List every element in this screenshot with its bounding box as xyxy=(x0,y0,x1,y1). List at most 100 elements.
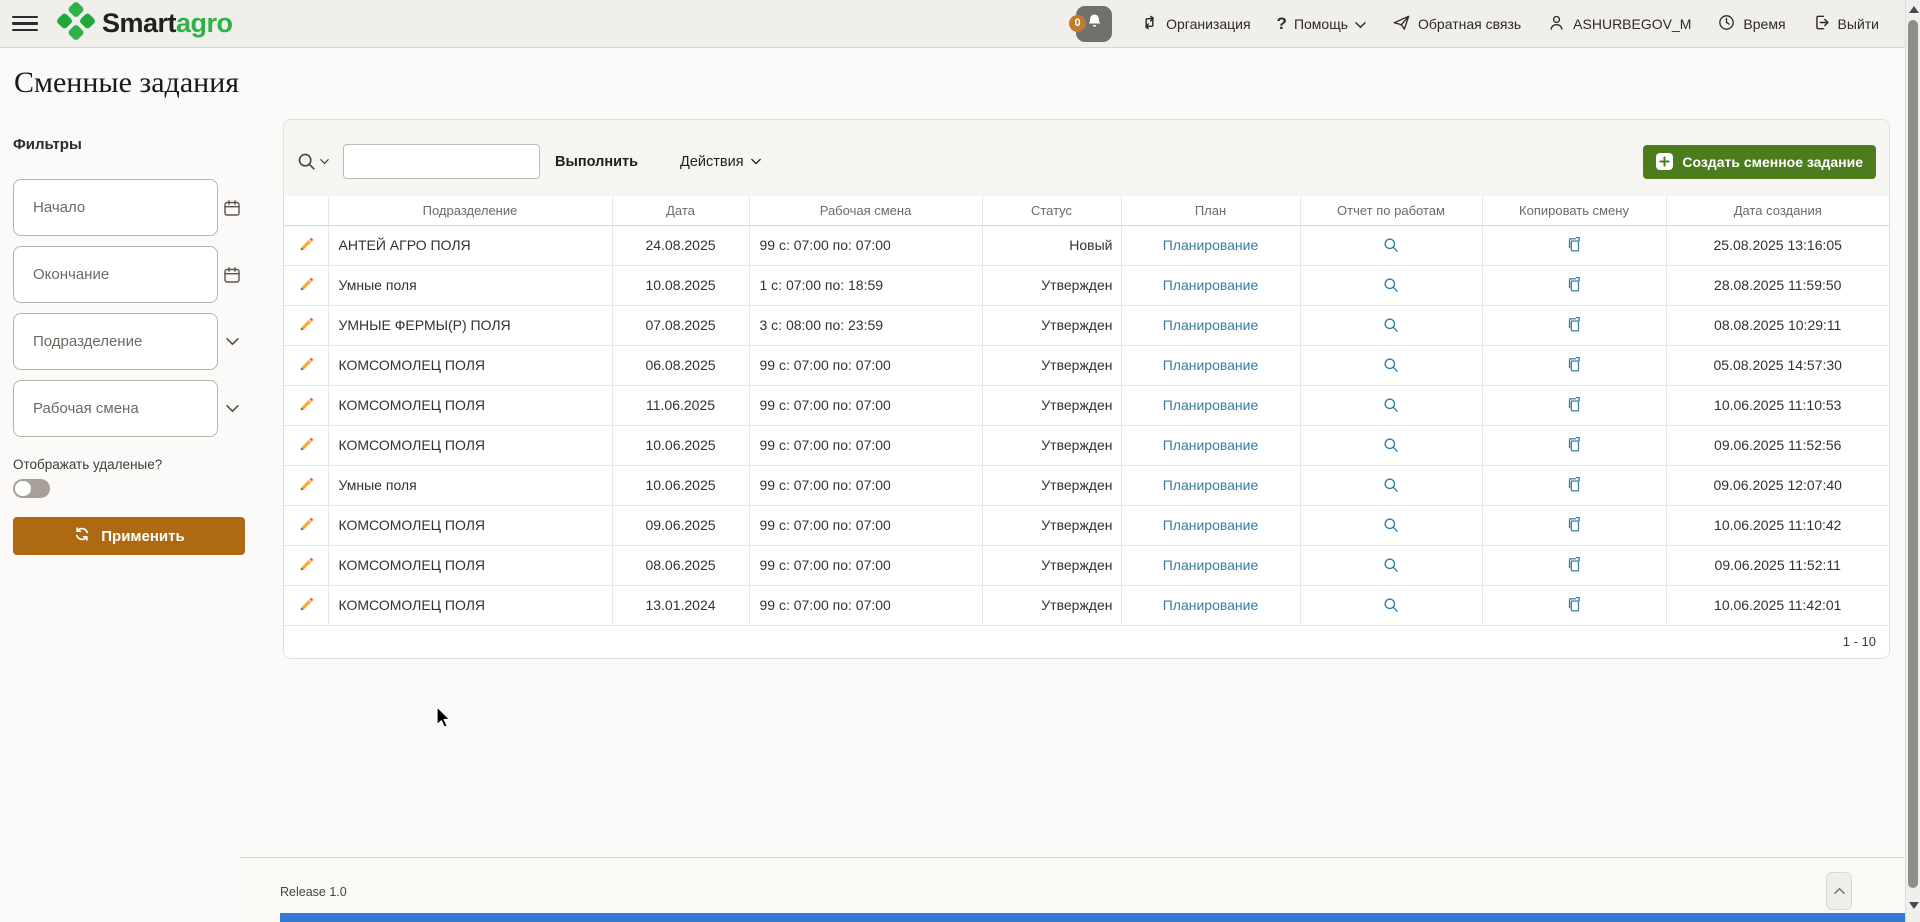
hamburger-menu-button[interactable] xyxy=(12,11,38,37)
edit-row-button[interactable] xyxy=(293,512,319,538)
edit-row-button[interactable] xyxy=(293,432,319,458)
department-field: Подразделение xyxy=(13,313,245,370)
edit-row-button[interactable] xyxy=(293,472,319,498)
edit-row-button[interactable] xyxy=(293,552,319,578)
copy-shift-button[interactable] xyxy=(1561,352,1587,378)
shift-select-chevron-button[interactable] xyxy=(221,398,243,420)
pencil-icon xyxy=(297,276,315,294)
date-cell: 11.06.2025 xyxy=(612,385,749,425)
plan-link[interactable]: Планирование xyxy=(1163,557,1259,573)
shift-cell: 99 с: 07:00 по: 07:00 xyxy=(749,225,982,265)
plan-link[interactable]: Планирование xyxy=(1163,517,1259,533)
magnifier-icon xyxy=(1382,556,1400,574)
work-report-button[interactable] xyxy=(1378,592,1404,618)
edit-row-button[interactable] xyxy=(293,592,319,618)
department-cell: КОМСОМОЛЕЦ ПОЛЯ xyxy=(328,585,612,625)
start-date-field xyxy=(13,179,245,236)
scrollbar-down-arrow[interactable] xyxy=(1909,902,1919,909)
help-button[interactable]: ? Помощь xyxy=(1277,14,1366,34)
search-options-button[interactable] xyxy=(296,151,329,172)
status-cell: Утвержден xyxy=(982,305,1121,345)
column-header-department[interactable]: Подразделение xyxy=(328,196,612,225)
plan-link[interactable]: Планирование xyxy=(1163,357,1259,373)
work-report-button[interactable] xyxy=(1378,232,1404,258)
work-report-button[interactable] xyxy=(1378,432,1404,458)
status-cell: Утвержден xyxy=(982,265,1121,305)
plan-link[interactable]: Планирование xyxy=(1163,317,1259,333)
shift-cell: 99 с: 07:00 по: 07:00 xyxy=(749,505,982,545)
department-select[interactable]: Подразделение xyxy=(13,313,218,370)
copy-shift-button[interactable] xyxy=(1561,512,1587,538)
plan-link[interactable]: Планирование xyxy=(1163,437,1259,453)
show-deleted-label: Отображать удаленые? xyxy=(13,457,245,472)
create-shift-task-button[interactable]: Создать сменное задание xyxy=(1643,145,1876,179)
page-scrollbar[interactable] xyxy=(1905,0,1920,922)
scrollbar-thumb[interactable] xyxy=(1908,20,1918,888)
execute-search-button[interactable]: Выполнить xyxy=(555,154,638,170)
shift-cell: 3 с: 08:00 по: 23:59 xyxy=(749,305,982,345)
logout-button[interactable]: Выйти xyxy=(1812,13,1879,35)
edit-row-button[interactable] xyxy=(293,392,319,418)
plan-link[interactable]: Планирование xyxy=(1163,477,1259,493)
work-report-button[interactable] xyxy=(1378,552,1404,578)
copy-shift-button[interactable] xyxy=(1561,272,1587,298)
app-logo[interactable]: Smartagro xyxy=(54,0,233,48)
scroll-to-top-button[interactable] xyxy=(1826,872,1852,910)
time-button[interactable]: Время xyxy=(1717,13,1785,35)
shift-cell: 99 с: 07:00 по: 07:00 xyxy=(749,465,982,505)
column-header-date[interactable]: Дата xyxy=(612,196,749,225)
plan-link[interactable]: Планирование xyxy=(1163,597,1259,613)
release-version: Release 1.0 xyxy=(280,885,347,899)
column-header-shift[interactable]: Рабочая смена xyxy=(749,196,982,225)
shift-cell: 99 с: 07:00 по: 07:00 xyxy=(749,545,982,585)
edit-row-button[interactable] xyxy=(293,232,319,258)
work-report-button[interactable] xyxy=(1378,512,1404,538)
plan-link[interactable]: Планирование xyxy=(1163,277,1259,293)
copy-shift-button[interactable] xyxy=(1561,472,1587,498)
date-cell: 07.08.2025 xyxy=(612,305,749,345)
user-menu-button[interactable]: ASHURBEGOV_M xyxy=(1547,13,1691,35)
copy-pages-icon xyxy=(1565,396,1583,414)
work-report-button[interactable] xyxy=(1378,472,1404,498)
apply-filters-button[interactable]: Применить xyxy=(13,517,245,555)
question-mark-icon: ? xyxy=(1277,14,1287,34)
copy-shift-button[interactable] xyxy=(1561,432,1587,458)
copy-shift-button[interactable] xyxy=(1561,232,1587,258)
start-date-input[interactable] xyxy=(13,179,218,236)
copy-shift-button[interactable] xyxy=(1561,592,1587,618)
shift-select[interactable]: Рабочая смена xyxy=(13,380,218,437)
copy-shift-button[interactable] xyxy=(1561,552,1587,578)
column-header-plan[interactable]: План xyxy=(1121,196,1300,225)
work-report-button[interactable] xyxy=(1378,352,1404,378)
end-date-input[interactable] xyxy=(13,246,218,303)
plan-link[interactable]: Планирование xyxy=(1163,237,1259,253)
date-cell: 06.08.2025 xyxy=(612,345,749,385)
work-report-button[interactable] xyxy=(1378,272,1404,298)
column-header-report[interactable]: Отчет по работам xyxy=(1300,196,1482,225)
scrollbar-up-arrow[interactable] xyxy=(1909,6,1919,13)
copy-pages-icon xyxy=(1565,276,1583,294)
copy-shift-button[interactable] xyxy=(1561,312,1587,338)
edit-row-button[interactable] xyxy=(293,272,319,298)
magnifier-icon xyxy=(1382,516,1400,534)
work-report-button[interactable] xyxy=(1378,312,1404,338)
column-header-copy[interactable]: Копировать смену xyxy=(1482,196,1666,225)
status-cell: Утвержден xyxy=(982,585,1121,625)
column-header-created[interactable]: Дата создания xyxy=(1666,196,1889,225)
edit-row-button[interactable] xyxy=(293,352,319,378)
end-date-picker-button[interactable] xyxy=(221,264,243,286)
plan-link[interactable]: Планирование xyxy=(1163,397,1259,413)
edit-row-button[interactable] xyxy=(293,312,319,338)
copy-shift-button[interactable] xyxy=(1561,392,1587,418)
show-deleted-toggle[interactable] xyxy=(13,479,50,498)
search-input[interactable] xyxy=(343,144,540,179)
start-date-picker-button[interactable] xyxy=(221,197,243,219)
feedback-button[interactable]: Обратная связь xyxy=(1392,13,1521,35)
column-header-status[interactable]: Статус xyxy=(982,196,1121,225)
created-cell: 28.08.2025 11:59:50 xyxy=(1666,265,1889,305)
actions-menu-button[interactable]: Действия xyxy=(680,154,761,170)
work-report-button[interactable] xyxy=(1378,392,1404,418)
notifications-button[interactable]: 0 xyxy=(1076,6,1112,42)
department-select-chevron-button[interactable] xyxy=(221,331,243,353)
organization-button[interactable]: Организация xyxy=(1140,13,1250,35)
